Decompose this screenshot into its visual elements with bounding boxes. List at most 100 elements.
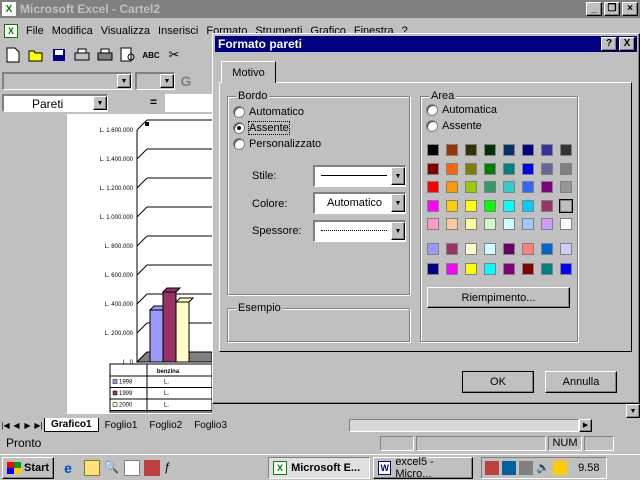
color-swatch[interactable]: [465, 218, 477, 230]
save-icon[interactable]: [48, 44, 70, 66]
color-swatch[interactable]: [465, 263, 477, 275]
color-swatch[interactable]: [541, 144, 553, 156]
workbook-icon[interactable]: X: [4, 24, 18, 38]
color-swatch[interactable]: [465, 199, 477, 212]
color-swatch[interactable]: [522, 263, 534, 275]
color-swatch[interactable]: [503, 243, 515, 255]
task-word[interactable]: W excel5 - Micro...: [373, 456, 474, 480]
color-swatch[interactable]: [522, 243, 534, 255]
chevron-down-icon[interactable]: ▼: [93, 96, 107, 110]
radio-button[interactable]: [426, 104, 438, 116]
internet-explorer-icon[interactable]: e: [64, 460, 80, 476]
print-preview-icon[interactable]: [117, 44, 139, 66]
chart-plot[interactable]: L. 1.600.000 L. 1.400.000 L. 1.200.000 L. 1…: [0, 112, 212, 418]
color-swatch[interactable]: [541, 162, 553, 175]
spelling-icon[interactable]: ABC: [140, 44, 162, 66]
menu-file[interactable]: File: [22, 22, 48, 40]
stile-combo[interactable]: ▼: [313, 165, 406, 187]
radio-button[interactable]: [233, 106, 245, 118]
chevron-down-icon[interactable]: ▼: [160, 74, 174, 88]
tab-grafico1[interactable]: Grafico1: [44, 418, 99, 432]
color-swatch[interactable]: [446, 263, 458, 275]
menu-inserisci[interactable]: Inserisci: [154, 22, 202, 40]
scroll-down-icon[interactable]: ▼: [626, 404, 640, 418]
prev-sheet-icon[interactable]: ◀: [11, 421, 22, 430]
color-swatch[interactable]: [427, 181, 439, 193]
color-swatch[interactable]: [503, 181, 515, 193]
color-swatch[interactable]: [541, 243, 553, 255]
task-excel[interactable]: X Microsoft E...: [268, 456, 371, 479]
open-folder-icon[interactable]: [25, 44, 47, 66]
volume-icon[interactable]: 🔈: [536, 461, 550, 475]
color-swatch[interactable]: [484, 218, 496, 230]
start-button[interactable]: Start: [2, 456, 55, 479]
color-swatch[interactable]: [484, 263, 496, 275]
color-swatch[interactable]: [446, 144, 458, 156]
color-swatch[interactable]: [446, 199, 458, 212]
color-swatch[interactable]: [484, 199, 496, 212]
cut-icon[interactable]: ✂: [163, 44, 185, 66]
color-swatch[interactable]: [560, 181, 572, 193]
channels-icon[interactable]: [144, 459, 161, 476]
color-swatch[interactable]: [465, 181, 477, 193]
radio-area-assente[interactable]: Assente: [426, 120, 482, 132]
close-icon[interactable]: ×: [622, 2, 638, 16]
tab-motivo[interactable]: Motivo: [221, 61, 276, 83]
bar-1998[interactable]: [149, 309, 164, 363]
font-combo[interactable]: ▼: [2, 72, 132, 90]
color-swatch[interactable]: [560, 144, 572, 156]
radio-button[interactable]: [233, 138, 245, 150]
radio-bordo-automatico[interactable]: Automatico: [233, 106, 304, 118]
color-swatch[interactable]: [560, 263, 572, 275]
bar-2000[interactable]: [175, 301, 190, 363]
color-swatch[interactable]: [465, 162, 477, 175]
find-icon[interactable]: 🔍: [104, 460, 120, 476]
color-swatch[interactable]: [503, 263, 515, 275]
restore-icon[interactable]: ❐: [604, 2, 620, 16]
tray-scheduler-icon[interactable]: [553, 460, 568, 475]
color-swatch[interactable]: [560, 218, 572, 230]
cancel-button[interactable]: Annulla: [545, 371, 617, 393]
color-swatch[interactable]: [427, 263, 439, 275]
radio-bordo-assente[interactable]: Assente: [233, 121, 290, 135]
color-swatch[interactable]: [522, 199, 534, 212]
first-sheet-icon[interactable]: |◀: [0, 421, 11, 430]
fill-effects-button[interactable]: Riempimento...: [427, 287, 570, 308]
new-document-icon[interactable]: [2, 44, 24, 66]
clock[interactable]: 9.58: [578, 462, 599, 474]
color-swatch[interactable]: [541, 199, 553, 212]
bar-1999[interactable]: [162, 291, 177, 363]
radio-button[interactable]: [233, 122, 245, 134]
color-swatch[interactable]: [541, 218, 553, 230]
menu-visualizza[interactable]: Visualizza: [97, 22, 154, 40]
color-swatch[interactable]: [446, 243, 458, 255]
vertical-scrollbar[interactable]: ▼: [626, 404, 640, 418]
color-swatch[interactable]: [522, 218, 534, 230]
ok-button[interactable]: OK: [462, 371, 534, 393]
color-swatch[interactable]: [541, 263, 553, 275]
tray-app-icon[interactable]: [485, 460, 500, 475]
scroll-right-icon[interactable]: ▶: [579, 418, 593, 432]
tab-foglio3[interactable]: Foglio3: [188, 419, 233, 432]
color-swatch[interactable]: [484, 144, 496, 156]
chevron-down-icon[interactable]: ▼: [117, 74, 131, 88]
color-swatch[interactable]: [503, 218, 515, 230]
printer-icon[interactable]: [94, 44, 116, 66]
color-swatch[interactable]: [446, 218, 458, 230]
color-swatch[interactable]: [465, 243, 477, 255]
chevron-down-icon[interactable]: ▼: [391, 222, 405, 240]
menu-modifica[interactable]: Modifica: [48, 22, 97, 40]
color-swatch[interactable]: [541, 181, 553, 193]
tasks-icon[interactable]: [124, 459, 141, 476]
help-icon[interactable]: ?: [601, 37, 617, 51]
color-swatch[interactable]: [522, 144, 534, 156]
color-swatch[interactable]: [484, 162, 496, 175]
color-swatch[interactable]: [560, 162, 572, 175]
tab-foglio1[interactable]: Foglio1: [99, 419, 144, 432]
color-swatch[interactable]: [427, 199, 439, 212]
color-swatch[interactable]: [446, 162, 458, 175]
minimize-icon[interactable]: _: [586, 2, 602, 16]
color-swatch[interactable]: [427, 243, 439, 255]
excel-app-icon[interactable]: X: [2, 2, 16, 16]
outlook-icon[interactable]: [84, 459, 101, 476]
